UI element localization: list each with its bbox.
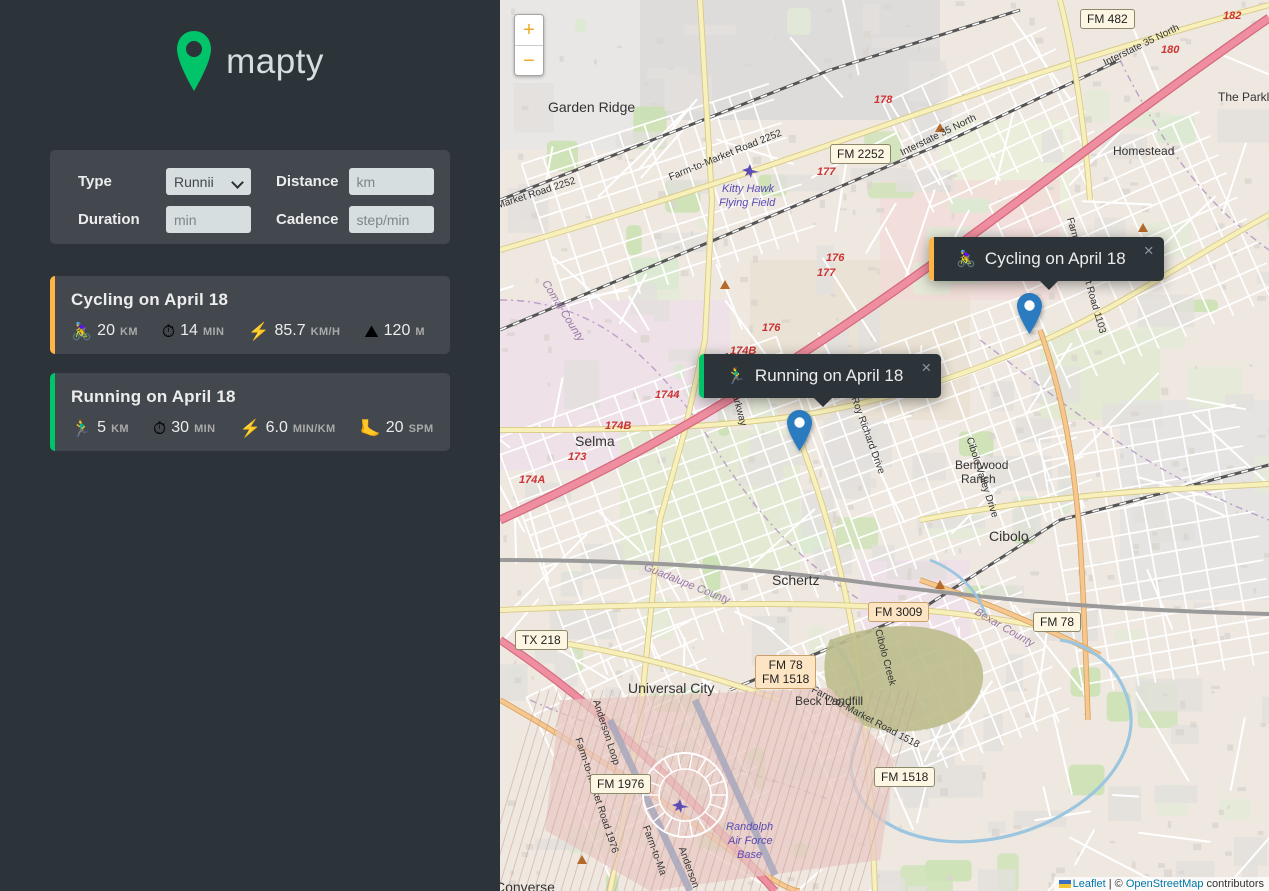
app-logo[interactable]: mapty [50,30,450,92]
workout-title: Cycling on April 18 [71,290,229,309]
workout-detail-unit: min [194,423,216,435]
attr-contributors: contributors [1203,878,1264,890]
workout-detail-unit: min/km [292,423,336,435]
cadence-input[interactable] [348,206,434,233]
workout-detail: ⚡️ 6.0 min/km [239,418,335,437]
popup-cycling[interactable]: 🚴‍♀️ Cycling on April 18 × [929,237,1164,290]
workout-detail-row: 🚴‍♀️ 20 km ⏱ 14 min ⚡️ 85.7 km/h ⛰ 120 m [71,321,432,340]
cyclist-icon: 🚴‍♀️ [956,251,976,268]
workout-detail: 🚴‍♀️ 20 km [71,321,138,340]
osm-link[interactable]: OpenStreetMap [1126,878,1204,890]
distance-input[interactable] [348,168,434,195]
duration-input[interactable] [166,206,251,233]
workout-detail: ⏱ 30 min [153,418,215,437]
stopwatch-icon: ⏱ [153,419,167,438]
workout-item[interactable]: Running on April 18 🏃‍♂️ 5 km ⏱ 30 min ⚡️ 6.0 min… [50,373,450,451]
runner-icon: 🏃‍♂️ [726,368,746,385]
workout-detail-value: 14 [180,322,198,339]
type-select-wrapper[interactable]: Runnii [166,168,251,195]
workout-detail: ⛰ 120 m [364,321,425,340]
workout-detail-row: 🏃‍♂️ 5 km ⏱ 30 min ⚡️ 6.0 min/km 🦶 20 spm [71,418,434,437]
map-attribution: Leaflet | © OpenStreetMap contributors [1053,877,1269,891]
workout-detail-unit: km [119,326,138,338]
popup-cycling-label: Cycling on April 18 [984,249,1126,268]
map-marker-running[interactable] [787,410,812,451]
map-marker-cycling[interactable] [1017,293,1042,334]
workout-detail-unit: km [111,423,129,435]
workout-detail-value: 20 [385,419,404,436]
distance-label: Distance [276,173,339,190]
close-icon[interactable]: × [921,359,931,376]
popup-tip [812,397,833,407]
workout-detail-value: 20 [97,322,115,339]
workout-type-select[interactable]: Runnii [166,168,251,195]
workout-detail: 🏃‍♂️ 5 km [71,418,129,437]
app-name: mapty [226,41,324,81]
workout-detail-unit: min [202,326,225,338]
popup-tip [1038,280,1059,290]
zoom-in-button[interactable]: + [515,15,543,45]
attr-copyright: © [1114,878,1126,890]
map-pin-icon [176,30,212,92]
workout-detail-unit: spm [408,423,434,435]
workout-title: Running on April 18 [71,387,236,406]
runner-icon: 🏃‍♂️ [71,419,93,438]
workout-detail: ⏱ 14 min [162,321,224,340]
map-tiles [500,0,1269,891]
workout-list: Cycling on April 18 🚴‍♀️ 20 km ⏱ 14 min ⚡️ 85.7 k… [50,276,450,451]
app-root: mapty Type Runnii Distance Duration Cade… [0,0,1269,891]
popup-running-label: Running on April 18 [754,366,904,385]
bolt-icon: ⚡️ [239,419,261,438]
zoom-control[interactable]: + − [514,14,544,76]
mountain-icon: ⛰ [364,322,379,341]
workout-detail-unit: m [415,326,425,338]
workout-detail-value: 30 [171,419,190,436]
new-workout-form: Type Runnii Distance Duration Cadence [50,150,450,244]
workout-item[interactable]: Cycling on April 18 🚴‍♀️ 20 km ⏱ 14 min ⚡️ 85.7 k… [50,276,450,354]
leaflet-link[interactable]: Leaflet [1073,878,1106,890]
zoom-out-button[interactable]: − [515,45,543,75]
type-label: Type [78,173,112,190]
workout-detail-value: 120 [383,322,411,339]
foot-icon: 🦶 [359,419,381,438]
workout-detail-value: 5 [97,419,107,436]
bolt-icon: ⚡️ [248,322,270,341]
close-icon[interactable]: × [1144,242,1154,259]
sidebar: mapty Type Runnii Distance Duration Cade… [0,0,500,891]
workout-detail-value: 6.0 [265,419,288,436]
leaflet-flag-icon [1058,880,1071,888]
attr-separator: | [1105,878,1115,890]
duration-label: Duration [78,211,140,228]
workout-detail: 🦶 20 spm [360,418,434,437]
map-area[interactable]: Garden Ridge Selma Schertz Cibolo Universal … [500,0,1269,891]
popup-running[interactable]: 🏃‍♂️ Running on April 18 × [699,354,942,407]
cyclist-icon: 🚴‍♀️ [71,322,93,341]
cadence-label: Cadence [276,211,339,228]
workout-detail: ⚡️ 85.7 km/h [248,321,340,340]
stopwatch-icon: ⏱ [161,322,176,341]
workout-detail-value: 85.7 [274,322,306,339]
workout-detail-unit: km/h [310,326,341,338]
